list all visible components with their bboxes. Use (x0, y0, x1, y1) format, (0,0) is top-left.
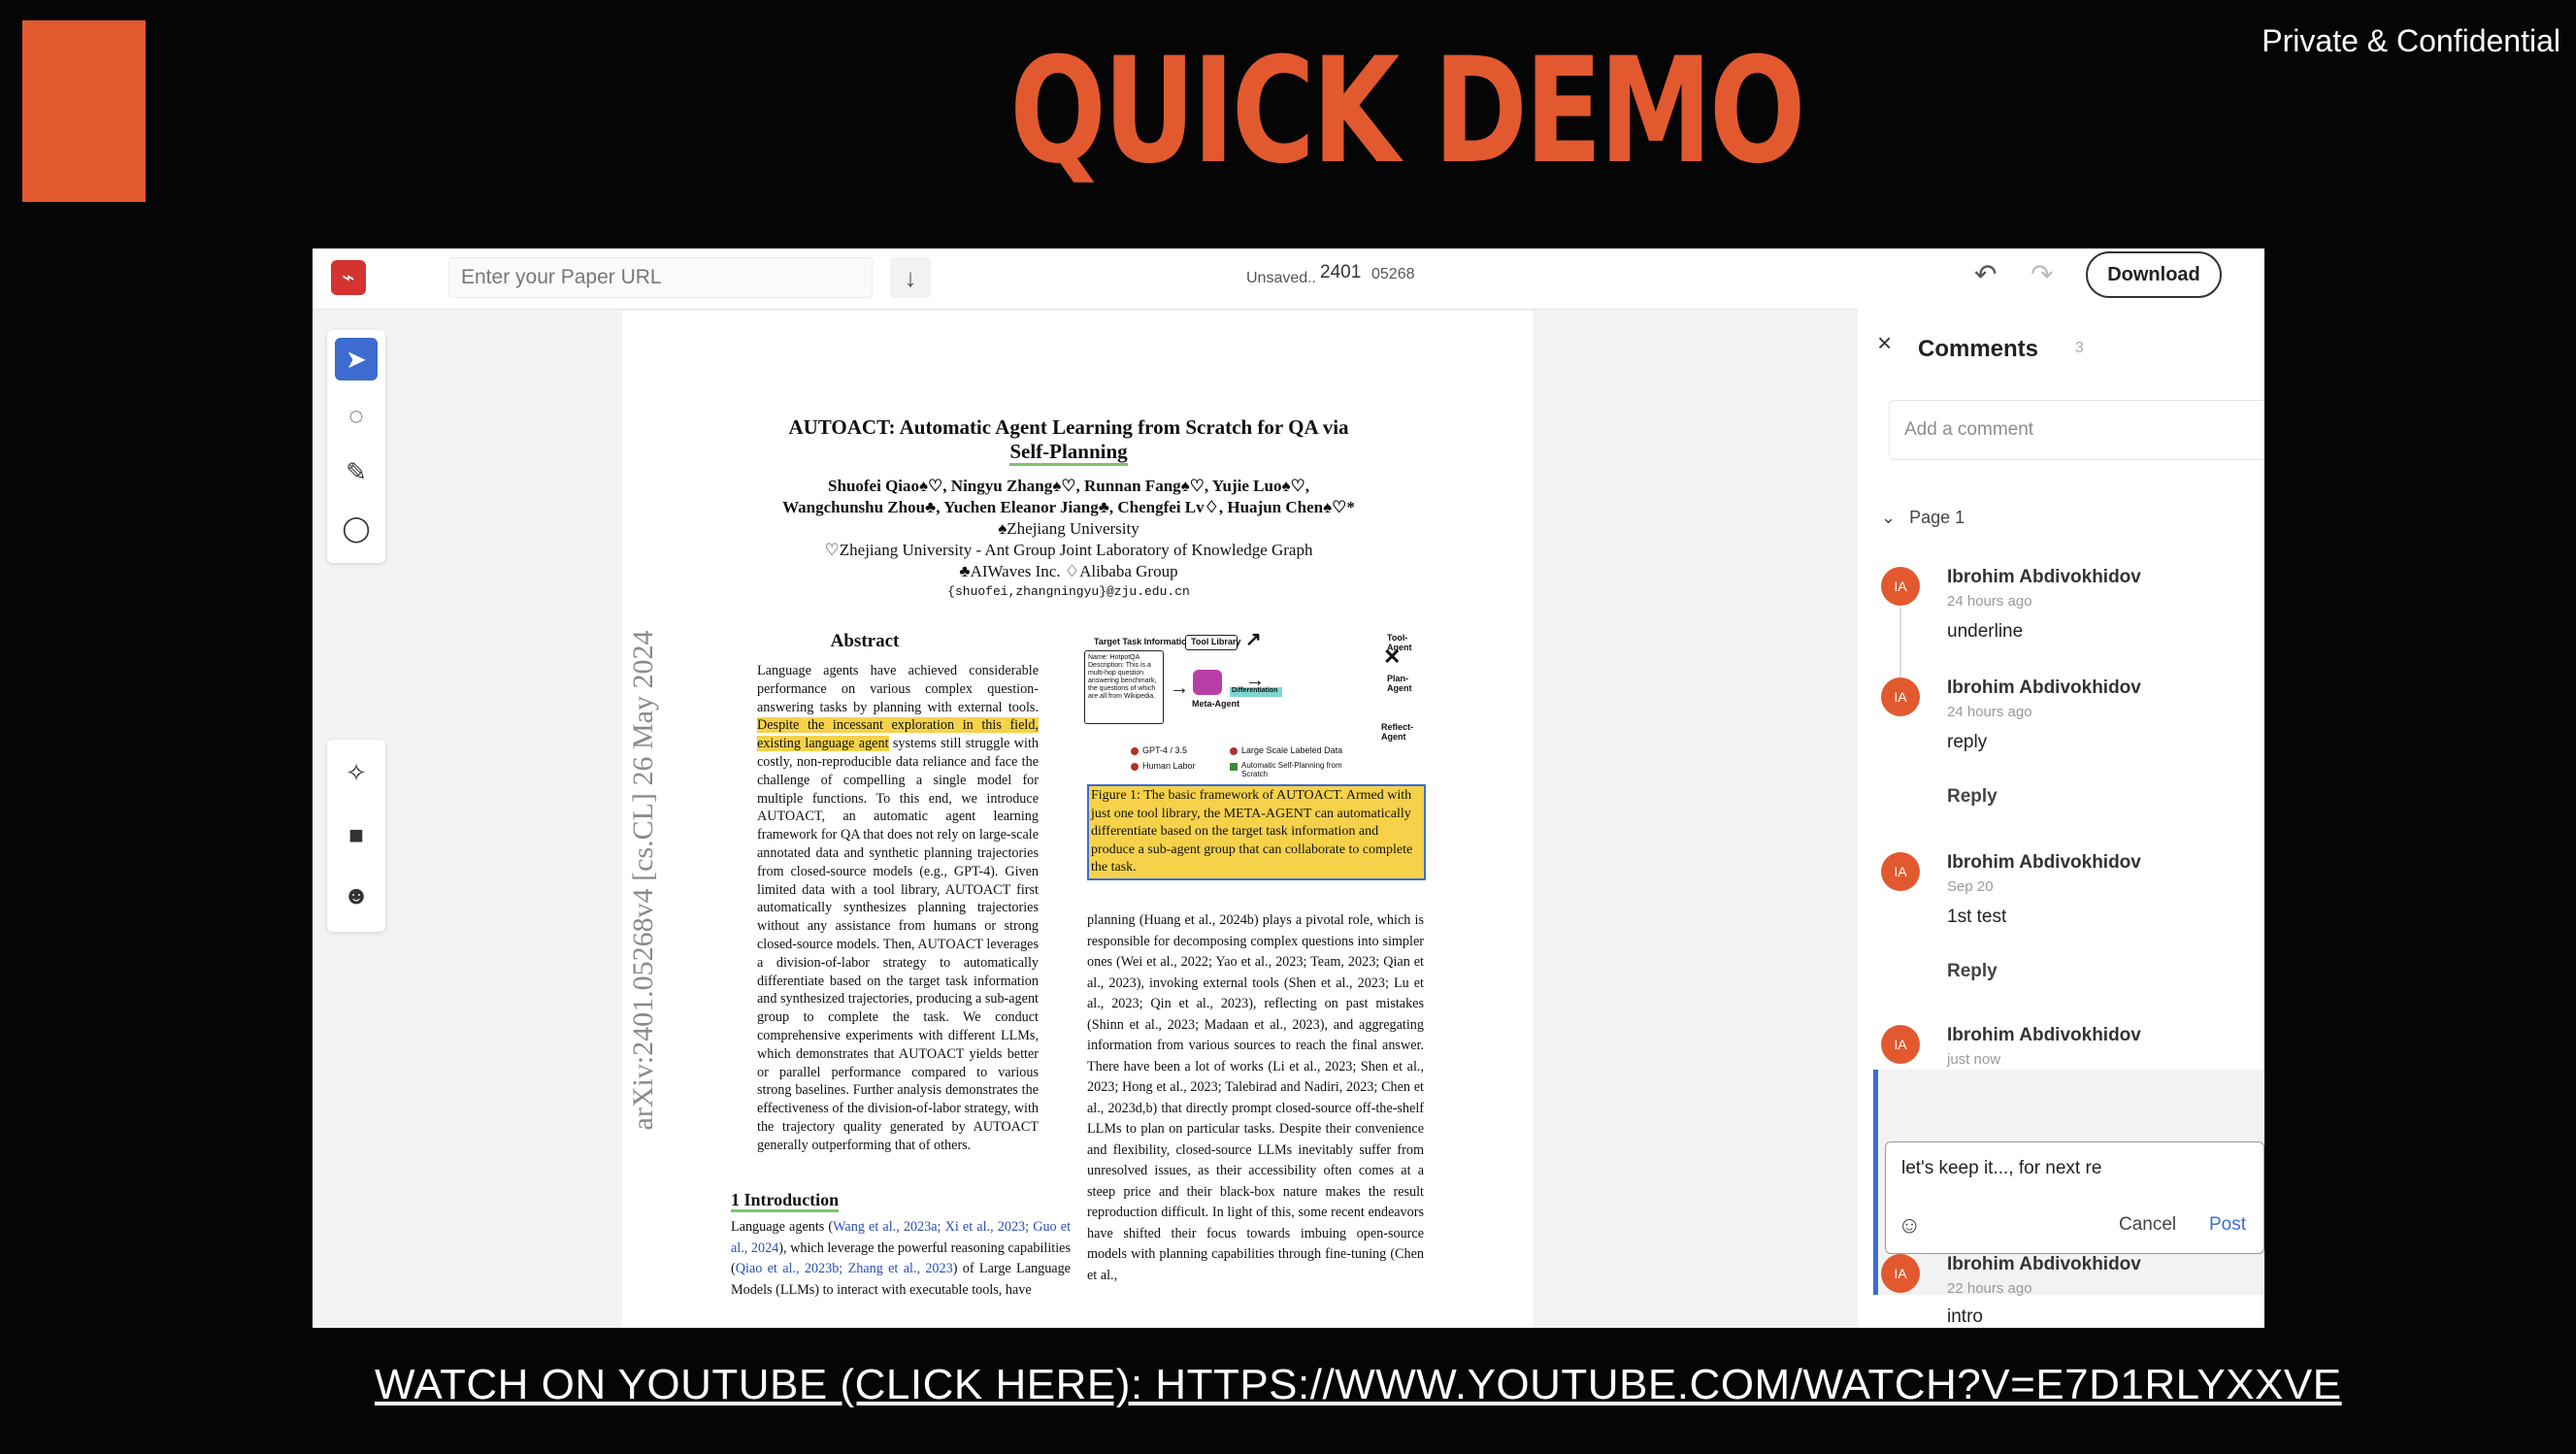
comment-author: Ibrohim Abdivokhidov (1947, 1025, 2141, 1045)
title-line-2: Self-Planning (1009, 440, 1128, 466)
avatar: IA (1881, 677, 1920, 716)
comment-author: Ibrohim Abdivokhidov (1947, 1254, 2141, 1274)
fig-tool-library: Tool Library (1191, 637, 1241, 646)
fig-task-info: Target Task Information (1094, 637, 1193, 646)
authors-line-2: Wangchunshu Zhou♣, Yuchen Eleanor Jiang♣… (782, 498, 1355, 516)
paper-authors: Shuofei Qiao♠♡, Ningyu Zhang♠♡, Runnan F… (710, 476, 1428, 518)
magic-wand-icon[interactable]: ✧ (335, 751, 378, 794)
abstract-heading: Abstract (830, 631, 900, 651)
doc-id: 2401 (1320, 262, 1362, 282)
fig-legend-3: Large Scale Labeled Data (1241, 745, 1343, 755)
avatar: IA (1881, 852, 1920, 891)
fig-plan-agent: Plan-Agent (1387, 674, 1412, 693)
paper-title: AUTOACT: Automatic Agent Learning from S… (710, 415, 1428, 466)
logo-block (22, 20, 146, 202)
comment-author: Ibrohim Abdivokhidov (1947, 567, 2141, 587)
intro-text: Language agents (Wang et al., 2023a; Xi … (731, 1219, 1072, 1298)
cancel-button[interactable]: Cancel (2119, 1214, 2176, 1236)
legend-dot (1230, 747, 1238, 755)
top-bar: ⌁ ↓ Unsaved.. 2401 05268 ↶ ↷ Download (313, 248, 2264, 310)
right-column-text: planning (Huang et al., 2024b) plays a p… (1087, 912, 1424, 1283)
affil-2: ♡Zhejiang University - Ant Group Joint L… (824, 541, 1313, 559)
comment-body: 1st test (1947, 907, 2007, 927)
intro-heading: 1 Introduction (731, 1190, 840, 1212)
arrow-right-icon: ↗ (1245, 629, 1262, 650)
legend-square (1230, 763, 1238, 771)
pdf-page: arXiv:2401.05268v4 [cs.CL] 26 May 2024 A… (622, 311, 1533, 1328)
comment-time: 24 hours ago (1947, 704, 2032, 720)
fig-legend-2: Human Labor (1142, 761, 1196, 771)
save-status: Unsaved.. (1246, 270, 1317, 286)
fig-reflect-agent: Reflect-Agent (1381, 722, 1414, 742)
comment-body: reply (1947, 732, 1988, 752)
fig-meta-agent: Meta-Agent (1192, 699, 1239, 709)
affil-1: ♠Zhejiang University (998, 519, 1139, 538)
highlighter-icon[interactable]: ✎ (335, 450, 378, 493)
confidential-label: Private & Confidential (2262, 23, 2560, 58)
comment-body: intro (1947, 1306, 1983, 1327)
paper-affiliations: ♠Zhejiang University ♡Zhejiang Universit… (710, 518, 1428, 582)
page-group-toggle[interactable]: ⌄ Page 1 (1881, 508, 1965, 528)
fig-task-desc: Name: HotpotQA Description: This is a mu… (1088, 654, 1157, 700)
emoji-icon[interactable]: ☺ (1898, 1212, 1922, 1239)
arrow-right-icon: → (1245, 670, 1265, 691)
comment-editor[interactable]: let's keep it..., for next re ☺ Cancel P… (1885, 1141, 2264, 1254)
comment-time: Sep 20 (1947, 878, 1994, 895)
extra-toolbar: ✧ ■ ☻ (327, 740, 385, 932)
slide-title: QUICK DEMO (1009, 27, 1805, 196)
comment-time: 24 hours ago (1947, 593, 2032, 610)
add-comment-input[interactable] (1889, 400, 2264, 460)
comment-author: Ibrohim Abdivokhidov (1947, 677, 2141, 698)
arxiv-side-label: arXiv:2401.05268v4 [cs.CL] 26 May 2024 (627, 630, 659, 1131)
lasso-icon[interactable]: ◯ (335, 507, 378, 549)
page-group-label: Page 1 (1909, 508, 1965, 527)
reply-button[interactable]: Reply (1947, 786, 1998, 808)
figure-1: Target Task Information Name: HotpotQA D… (1084, 629, 1421, 782)
comment-time: 22 hours ago (1947, 1280, 2032, 1297)
pdf-icon: ⌁ (331, 260, 366, 295)
doc-id-suffix: 05268 (1371, 266, 1415, 282)
redo-icon[interactable]: ↷ (2031, 258, 2053, 290)
comments-panel: × Comments 3 ⌄ Page 1 IA Ibrohim Abdivokh… (1858, 309, 2264, 1328)
comment-author: Ibrohim Abdivokhidov (1947, 852, 2141, 873)
lock-icon[interactable]: ■ (335, 813, 378, 856)
chevron-down-icon: ⌄ (1881, 508, 1897, 527)
thread-line (1899, 608, 1901, 677)
paper-email: {shuofei,zhangningyu}@zju.edu.cn (947, 584, 1190, 599)
reply-button[interactable]: Reply (1947, 961, 1998, 982)
youtube-link[interactable]: WATCH ON YOUTUBE (CLICK HERE): HTTPS://W… (375, 1361, 2342, 1409)
users-icon[interactable]: ☻ (335, 874, 378, 916)
undo-icon[interactable]: ↶ (1974, 258, 1997, 290)
comment-icon[interactable]: ◌ (335, 394, 378, 437)
comment-time: just now (1947, 1051, 2001, 1068)
legend-dot (1131, 763, 1139, 771)
avatar: IA (1881, 1254, 1920, 1293)
avatar: IA (1881, 567, 1920, 606)
legend-dot (1131, 747, 1139, 755)
comment-draft[interactable]: let's keep it..., for next re (1901, 1158, 2101, 1179)
abstract-text[interactable]: Language agents have achieved considerab… (757, 662, 1039, 1155)
close-icon[interactable]: × (1877, 328, 1892, 358)
fig-legend-1: GPT-4 / 3.5 (1142, 745, 1188, 755)
paper-url-input[interactable] (448, 257, 873, 298)
arrow-down-icon[interactable]: ↓ (890, 257, 931, 298)
figure-caption[interactable]: Figure 1: The basic framework of AUTOACT… (1087, 784, 1426, 880)
authors-line-1: Shuofei Qiao♠♡, Ningyu Zhang♠♡, Runnan F… (828, 477, 1309, 495)
comments-title: Comments (1918, 336, 2039, 362)
post-button[interactable]: Post (2209, 1214, 2246, 1236)
download-button[interactable]: Download (2086, 251, 2222, 298)
fig-legend-4: Automatic Self-Planning from Scratch (1241, 761, 1342, 778)
annotation-toolbar: ➤ ◌ ✎ ◯ (327, 330, 385, 563)
tools-icon: ✕ (1383, 644, 1402, 669)
app-screenshot: ⌁ ↓ Unsaved.. 2401 05268 ↶ ↷ Download ➤ … (313, 248, 2264, 1328)
arrow-right-icon: → (1170, 677, 1189, 699)
comments-count: 3 (2075, 340, 2084, 356)
avatar: IA (1881, 1025, 1920, 1064)
cursor-icon[interactable]: ➤ (335, 338, 378, 380)
affil-3: ♣AIWaves Inc. ♢Alibaba Group (959, 562, 1178, 580)
title-line-1: AUTOACT: Automatic Agent Learning from S… (788, 415, 1349, 439)
robot-icon (1193, 670, 1222, 695)
comment-body: underline (1947, 621, 2024, 642)
